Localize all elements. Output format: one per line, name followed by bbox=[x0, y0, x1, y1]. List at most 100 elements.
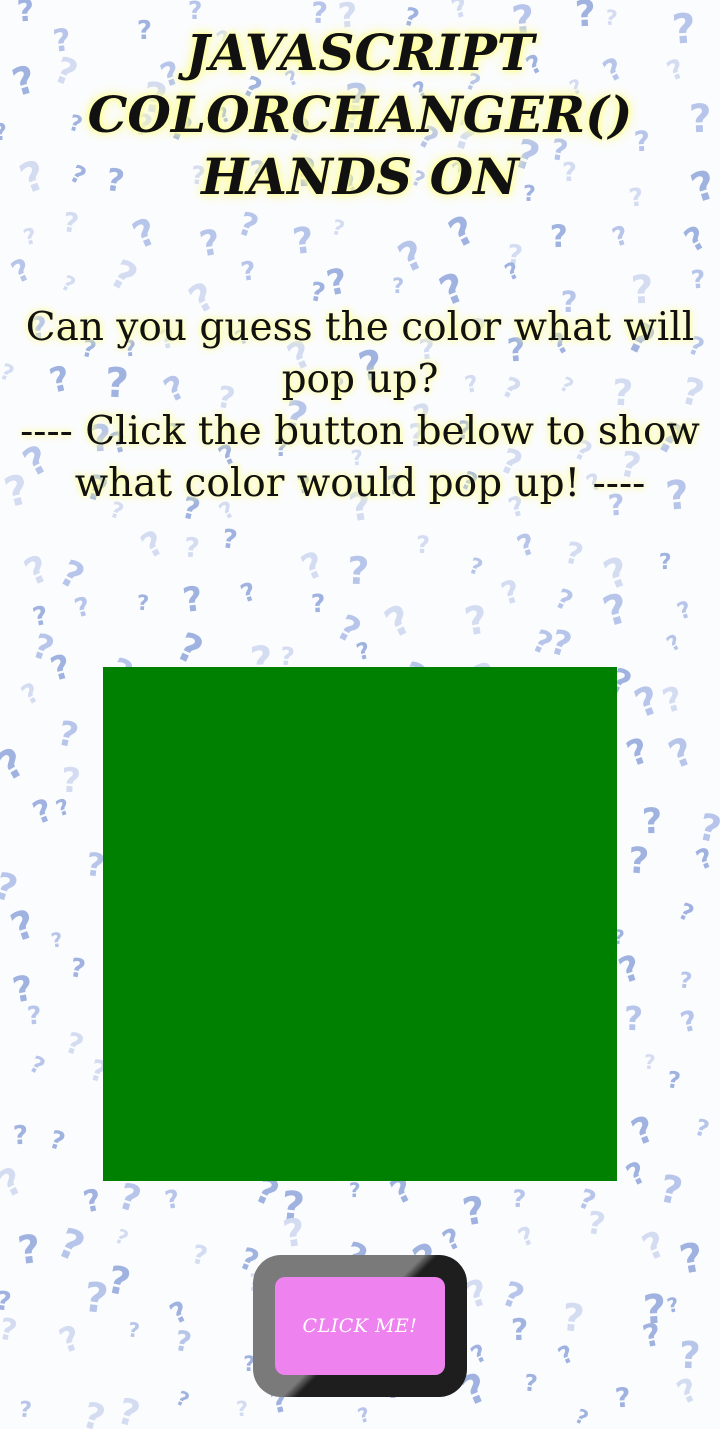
question-mark-icon: ? bbox=[233, 203, 264, 246]
instructions-text: Can you guess the color what will pop up… bbox=[0, 302, 720, 510]
question-mark-icon: ? bbox=[26, 1000, 43, 1031]
question-mark-icon: ? bbox=[113, 1176, 146, 1222]
question-mark-icon: ? bbox=[658, 549, 673, 576]
question-mark-icon: ? bbox=[0, 1157, 31, 1207]
question-mark-icon: ? bbox=[662, 629, 685, 657]
question-mark-icon: ? bbox=[613, 1382, 632, 1415]
question-mark-icon: ? bbox=[348, 1178, 361, 1203]
question-mark-icon: ? bbox=[623, 998, 644, 1039]
question-mark-icon: ? bbox=[50, 1218, 91, 1272]
question-mark-icon: ? bbox=[102, 251, 144, 302]
question-mark-icon: ? bbox=[560, 534, 587, 574]
question-mark-icon: ? bbox=[442, 207, 483, 259]
question-mark-icon: ? bbox=[329, 215, 348, 242]
question-mark-icon: ? bbox=[59, 760, 82, 802]
question-mark-icon: ? bbox=[346, 548, 371, 594]
question-mark-icon: ? bbox=[172, 1385, 193, 1413]
question-mark-icon: ? bbox=[196, 222, 224, 266]
question-mark-icon: ? bbox=[354, 1401, 373, 1429]
question-mark-icon: ? bbox=[626, 840, 651, 883]
question-mark-icon: ? bbox=[620, 1155, 652, 1195]
question-mark-icon: ? bbox=[134, 523, 172, 568]
question-mark-icon: ? bbox=[553, 1339, 578, 1371]
question-mark-icon: ? bbox=[45, 1124, 69, 1157]
question-mark-icon: ? bbox=[71, 592, 94, 625]
question-mark-icon: ? bbox=[219, 523, 240, 556]
question-mark-icon: ? bbox=[459, 1187, 489, 1235]
question-mark-icon: ? bbox=[52, 552, 91, 599]
question-mark-icon: ? bbox=[103, 1257, 135, 1305]
click-me-button[interactable]: CLICK ME! bbox=[275, 1277, 445, 1375]
question-mark-icon: ? bbox=[677, 967, 694, 995]
question-mark-icon: ? bbox=[677, 217, 713, 260]
question-mark-icon: ? bbox=[126, 1317, 141, 1343]
question-mark-icon: ? bbox=[235, 1397, 249, 1422]
question-mark-icon: ? bbox=[691, 1114, 712, 1144]
question-mark-icon: ? bbox=[643, 1049, 657, 1074]
question-mark-icon: ? bbox=[187, 0, 203, 26]
question-mark-icon: ? bbox=[79, 1182, 105, 1221]
question-mark-icon: ? bbox=[0, 863, 22, 912]
question-mark-icon: ? bbox=[25, 1051, 50, 1081]
question-mark-icon: ? bbox=[674, 898, 698, 928]
question-mark-icon: ? bbox=[583, 1205, 608, 1244]
question-mark-icon: ? bbox=[664, 1291, 681, 1318]
question-mark-icon: ? bbox=[626, 1108, 661, 1155]
question-mark-icon: ? bbox=[614, 948, 647, 993]
question-mark-icon: ? bbox=[279, 1209, 308, 1256]
question-mark-icon: ? bbox=[238, 256, 259, 288]
question-mark-icon: ? bbox=[169, 624, 209, 675]
question-mark-icon: ? bbox=[295, 544, 330, 590]
question-mark-icon: ? bbox=[392, 273, 405, 299]
question-mark-icon: ? bbox=[171, 1323, 194, 1359]
question-mark-icon: ? bbox=[514, 1220, 540, 1253]
question-mark-icon: ? bbox=[510, 1312, 529, 1348]
question-mark-icon: ? bbox=[67, 953, 88, 986]
question-mark-icon: ? bbox=[465, 553, 486, 582]
question-mark-icon: ? bbox=[310, 589, 326, 619]
question-mark-icon: ? bbox=[60, 207, 81, 240]
question-mark-icon: ? bbox=[512, 526, 541, 565]
question-mark-icon: ? bbox=[136, 591, 150, 616]
button-frame: CLICK ME! bbox=[253, 1255, 467, 1397]
question-mark-icon: ? bbox=[162, 1183, 183, 1215]
question-mark-icon: ? bbox=[674, 596, 696, 626]
prompt-line: Can you guess the color what will pop up… bbox=[25, 305, 695, 402]
question-mark-icon: ? bbox=[15, 1227, 43, 1275]
question-mark-icon: ? bbox=[671, 1369, 704, 1412]
question-mark-icon: ? bbox=[461, 597, 492, 646]
question-mark-icon: ? bbox=[188, 1239, 210, 1273]
question-mark-icon: ? bbox=[49, 927, 65, 953]
question-mark-icon: ? bbox=[278, 641, 297, 672]
question-mark-icon: ? bbox=[77, 1395, 110, 1429]
question-mark-icon: ? bbox=[694, 805, 720, 852]
question-mark-icon: ? bbox=[621, 730, 654, 775]
question-mark-icon: ? bbox=[640, 801, 663, 843]
question-mark-icon: ? bbox=[655, 1165, 687, 1214]
question-mark-icon: ? bbox=[571, 1403, 593, 1429]
question-mark-icon: ? bbox=[511, 1184, 528, 1214]
question-mark-icon: ? bbox=[415, 530, 431, 559]
question-mark-icon: ? bbox=[676, 1003, 701, 1040]
question-mark-icon: ? bbox=[126, 209, 164, 257]
question-mark-icon: ? bbox=[522, 1370, 539, 1398]
question-mark-icon: ? bbox=[111, 1223, 133, 1250]
question-mark-icon: ? bbox=[6, 251, 37, 291]
question-mark-icon: ? bbox=[662, 728, 700, 778]
question-mark-icon: ? bbox=[17, 546, 56, 595]
question-mark-icon: ? bbox=[12, 1120, 29, 1152]
question-mark-icon: ? bbox=[53, 1318, 86, 1363]
question-mark-icon: ? bbox=[678, 1334, 702, 1378]
question-mark-icon: ? bbox=[45, 645, 75, 689]
question-mark-icon: ? bbox=[466, 1338, 493, 1371]
instruction-line: ---- Click the button below to show what… bbox=[20, 409, 700, 506]
question-mark-icon: ? bbox=[0, 1311, 21, 1350]
question-mark-icon: ? bbox=[559, 1295, 587, 1342]
question-mark-icon: ? bbox=[665, 1066, 683, 1095]
question-mark-icon: ? bbox=[0, 738, 34, 791]
question-mark-icon: ? bbox=[237, 576, 260, 609]
question-mark-icon: ? bbox=[323, 261, 351, 305]
question-mark-icon: ? bbox=[57, 270, 80, 298]
question-mark-icon: ? bbox=[53, 713, 82, 757]
question-mark-icon: ? bbox=[675, 1234, 707, 1284]
